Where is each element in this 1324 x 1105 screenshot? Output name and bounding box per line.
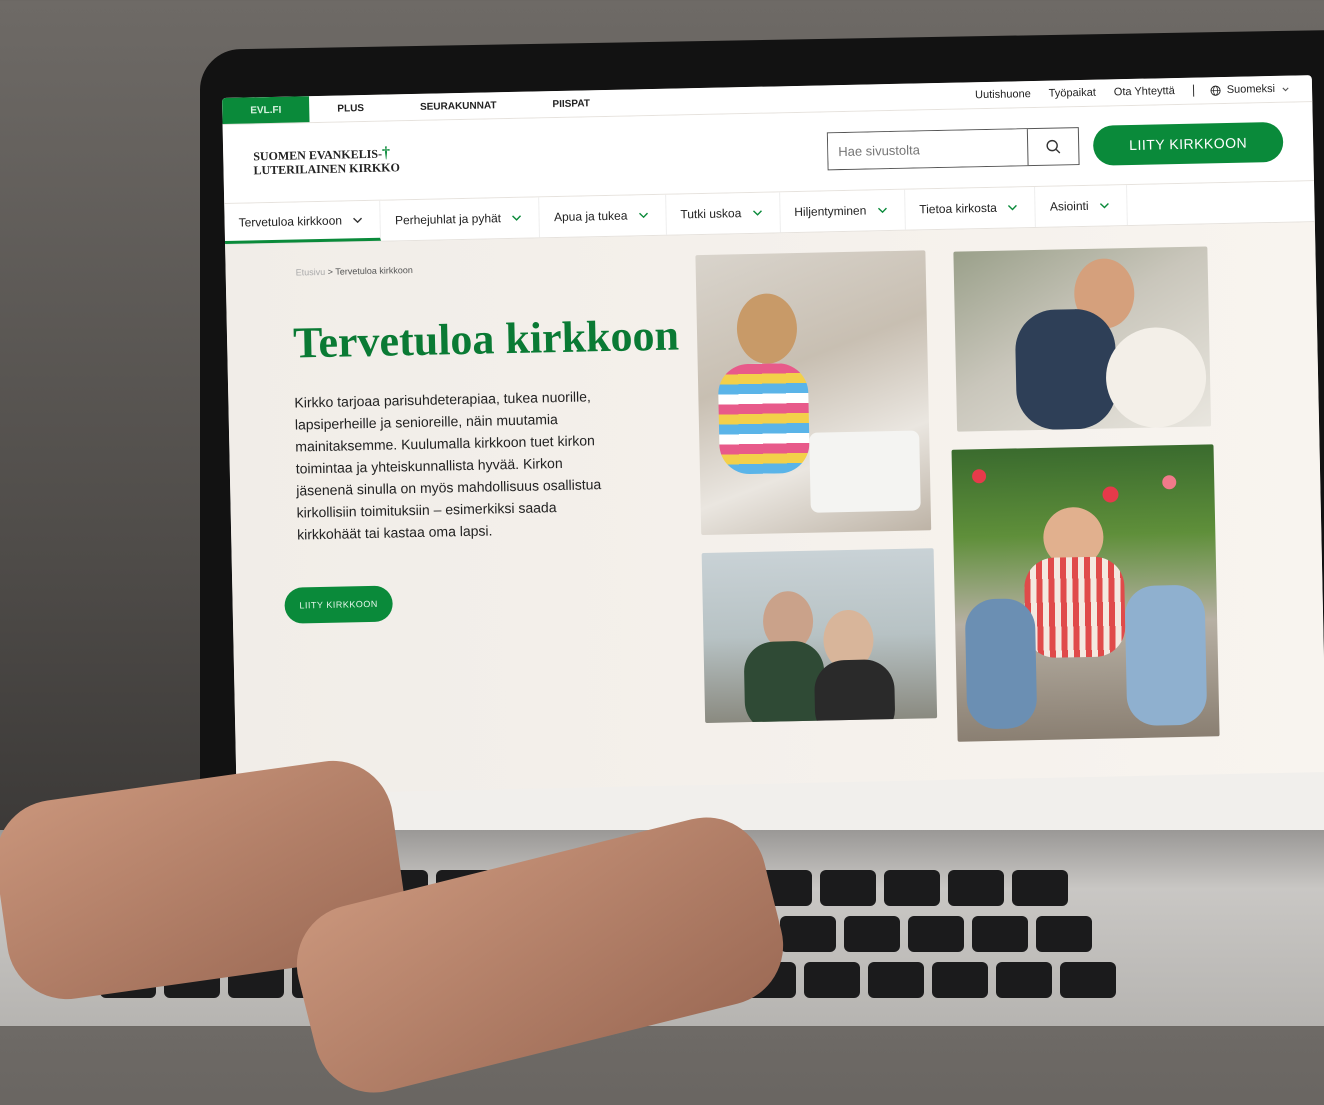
key bbox=[844, 916, 900, 952]
key bbox=[972, 916, 1028, 952]
search-icon bbox=[1045, 138, 1061, 154]
site-tab-evl[interactable]: EVL.FI bbox=[222, 96, 310, 124]
nav-item-tietoa[interactable]: Tietoa kirkosta bbox=[905, 187, 1036, 230]
nav-label: Tutki uskoa bbox=[680, 206, 741, 221]
key bbox=[996, 962, 1052, 998]
key bbox=[804, 962, 860, 998]
key bbox=[948, 870, 1004, 906]
page-title: Tervetuloa kirkkoon bbox=[293, 309, 680, 368]
link-uutishuone[interactable]: Uutishuone bbox=[975, 88, 1031, 101]
nav-item-apua[interactable]: Apua ja tukea bbox=[540, 195, 667, 238]
nav-item-tutki-uskoa[interactable]: Tutki uskoa bbox=[666, 192, 781, 234]
nav-item-hiljentyminen[interactable]: Hiljentyminen bbox=[780, 190, 906, 233]
chevron-down-icon bbox=[1281, 84, 1290, 93]
key bbox=[1060, 962, 1116, 998]
search-button[interactable] bbox=[1027, 128, 1079, 165]
breadcrumb-separator: > bbox=[328, 267, 333, 277]
key bbox=[1012, 870, 1068, 906]
church-logo[interactable]: SUOMEN EVANKELIS-† LUTERILAINEN KIRKKO bbox=[253, 146, 400, 177]
language-label: Suomeksi bbox=[1227, 83, 1276, 96]
breadcrumb-current: Tervetuloa kirkkoon bbox=[335, 265, 413, 277]
nav-item-asiointi[interactable]: Asiointi bbox=[1035, 185, 1128, 227]
key bbox=[780, 916, 836, 952]
nav-label: Perhejuhlat ja pyhät bbox=[395, 211, 501, 227]
nav-label: Tietoa kirkosta bbox=[919, 201, 997, 217]
chevron-down-icon[interactable] bbox=[1005, 199, 1021, 215]
key bbox=[820, 870, 876, 906]
hero-join-button[interactable]: LIITY KIRKKOON bbox=[284, 586, 393, 624]
browser-screen: EVL.FI PLUS SEURAKUNNAT PIISPAT Uutishuo… bbox=[222, 75, 1324, 898]
hero-description: Kirkko tarjoaa parisuhdeterapiaa, tukea … bbox=[294, 385, 607, 545]
site-tab-piispat[interactable]: PIISPAT bbox=[524, 90, 618, 118]
language-selector[interactable]: Suomeksi bbox=[1193, 83, 1291, 97]
site-tab-seurakunnat[interactable]: SEURAKUNNAT bbox=[392, 92, 525, 121]
chevron-down-icon[interactable] bbox=[350, 212, 366, 228]
logo-line2: LUTERILAINEN KIRKKO bbox=[253, 160, 400, 177]
utility-links: Uutishuone Työpaikat Ota Yhteyttä Suomek… bbox=[975, 82, 1312, 101]
key bbox=[868, 962, 924, 998]
site-tab-plus[interactable]: PLUS bbox=[309, 94, 392, 122]
nav-item-perhejuhlat[interactable]: Perhejuhlat ja pyhät bbox=[381, 197, 541, 240]
key bbox=[1036, 916, 1092, 952]
join-church-button[interactable]: LIITY KIRKKOON bbox=[1093, 122, 1284, 166]
hero-section: Etusivu > Tervetuloa kirkkoon Tervetuloa… bbox=[225, 222, 1324, 875]
photo-elderly-couple bbox=[702, 548, 938, 723]
link-ota-yhteytta[interactable]: Ota Yhteyttä bbox=[1114, 85, 1175, 98]
breadcrumb: Etusivu > Tervetuloa kirkkoon bbox=[296, 265, 413, 277]
search-box bbox=[827, 127, 1080, 170]
chevron-down-icon[interactable] bbox=[749, 205, 765, 221]
chevron-down-icon[interactable] bbox=[874, 202, 890, 218]
chevron-down-icon[interactable] bbox=[1096, 197, 1112, 213]
link-tyopaikat[interactable]: Työpaikat bbox=[1049, 87, 1096, 100]
key bbox=[884, 870, 940, 906]
chevron-down-icon[interactable] bbox=[509, 210, 525, 226]
nav-label: Apua ja tukea bbox=[554, 209, 628, 225]
nav-label: Hiljentyminen bbox=[794, 204, 866, 220]
photo-child-baking bbox=[695, 250, 931, 535]
photo-mother-baby bbox=[953, 246, 1211, 431]
breadcrumb-home[interactable]: Etusivu bbox=[296, 267, 326, 278]
key bbox=[932, 962, 988, 998]
globe-icon bbox=[1210, 85, 1221, 96]
key bbox=[908, 916, 964, 952]
nav-label: Asiointi bbox=[1050, 199, 1089, 214]
nav-label: Tervetuloa kirkkoon bbox=[238, 213, 342, 229]
chevron-down-icon[interactable] bbox=[635, 207, 651, 223]
nav-item-tervetuloa[interactable]: Tervetuloa kirkkoon bbox=[224, 201, 381, 244]
photo-friends-flowers bbox=[952, 444, 1220, 741]
cross-icon: † bbox=[382, 144, 390, 161]
search-input[interactable] bbox=[828, 129, 1028, 169]
